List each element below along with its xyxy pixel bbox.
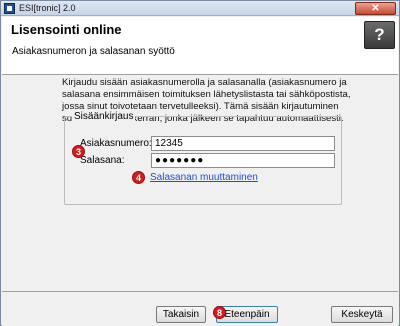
cancel-button[interactable]: Keskeytä <box>331 306 393 323</box>
dialog-header: Lisensointi online Asiakasnumeron ja sal… <box>2 17 398 75</box>
app-icon <box>4 3 15 14</box>
license-dialog-window: ESI[tronic] 2.0 ✕ Lisensointi online Asi… <box>0 0 400 326</box>
callout-marker-8: 8 <box>213 306 226 319</box>
callout-marker-4: 4 <box>132 171 145 184</box>
page-subtitle: Asiakasnumeron ja salasanan syöttö <box>12 46 175 57</box>
close-button[interactable]: ✕ <box>355 2 396 15</box>
title-bar: ESI[tronic] 2.0 ✕ <box>1 1 399 16</box>
change-password-link[interactable]: Salasanan muuttaminen <box>150 172 258 184</box>
help-button[interactable]: ? <box>364 21 395 49</box>
password-label: Salasana: <box>80 155 125 166</box>
login-group-title: Sisäänkirjaus <box>72 111 136 122</box>
page-title: Lisensointi online <box>11 22 122 37</box>
callout-marker-3: 3 <box>72 145 85 158</box>
dialog-content: Kirjaudu sisään asiakasnumerolla ja sala… <box>2 76 398 290</box>
customer-number-label: Asiakasnumero: <box>80 138 152 149</box>
password-input[interactable]: ●●●●●●● <box>151 153 335 168</box>
back-button[interactable]: Takaisin <box>156 306 206 323</box>
customer-number-input[interactable]: 12345 <box>151 136 335 151</box>
window-title: ESI[tronic] 2.0 <box>19 3 76 13</box>
